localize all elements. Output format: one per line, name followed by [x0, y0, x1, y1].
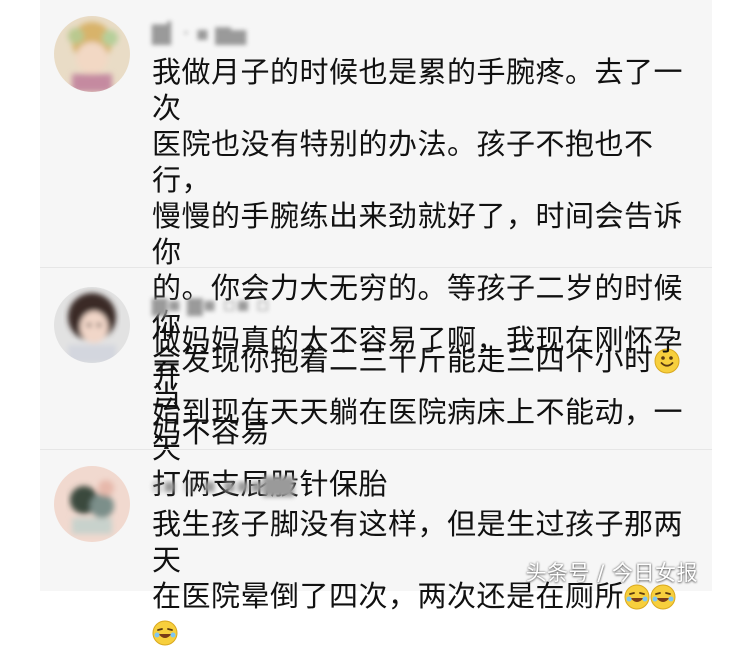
username[interactable]: ▆▪ ▆▪ ▫▪ ▫	[152, 293, 270, 315]
comment-panel: ▇▎· ▪ ▆▅ 我做月子的时候也是累的手腕疼。去了一次 医院也没有特别的办法。…	[40, 0, 712, 646]
blurred-avatar-icon	[54, 466, 130, 542]
comment-line: 医院也没有特别的办法。孩子不抱也不行，	[152, 127, 654, 197]
username[interactable]: ᥲ▪ ▫ ▪ ▪▪▪▇▇	[152, 474, 294, 496]
divider	[40, 449, 712, 450]
comment-line: 始到现在天天躺在医院病床上不能动，一天	[152, 395, 684, 465]
username[interactable]: ▇▎· ▪ ▆▅	[152, 22, 246, 44]
laughing-tears-emoji-icon	[624, 584, 650, 610]
laughing-tears-emoji-icon	[152, 620, 178, 646]
watermark: 头条号 / 今日女报	[525, 561, 698, 585]
comment-line: 我做月子的时候也是累的手腕疼。去了一次	[152, 55, 684, 125]
comment-line: 慢慢的手腕练出来劲就好了，时间会告诉你	[152, 199, 684, 269]
comment-line: 做妈妈真的太不容易了啊，我现在刚怀孕开	[152, 323, 684, 393]
divider	[40, 267, 712, 268]
avatar[interactable]	[54, 287, 130, 363]
avatar[interactable]	[54, 466, 130, 542]
blurred-avatar-icon	[54, 287, 130, 363]
laughing-tears-emoji-icon	[650, 584, 676, 610]
avatar[interactable]	[54, 16, 130, 92]
blurred-avatar-icon	[54, 16, 130, 92]
